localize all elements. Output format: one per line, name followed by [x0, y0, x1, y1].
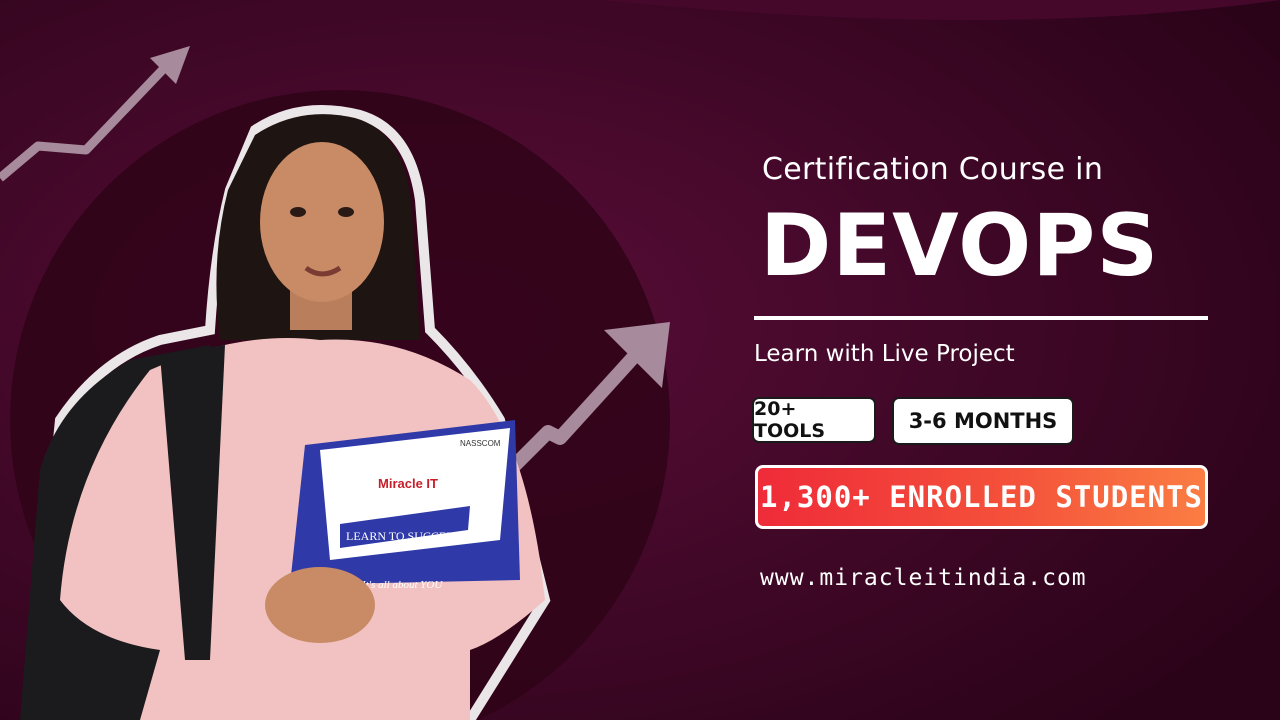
tagline: Learn with Live Project — [754, 341, 1015, 367]
enrolled-banner: 1,300+ ENROLLED STUDENTS — [755, 465, 1208, 529]
badge-tools: 20+ TOOLS — [752, 397, 876, 443]
headline-title: DEVOPS — [760, 196, 1160, 296]
course-folder: Miracle IT LEARN TO SUCCEED NASSCOM It's… — [290, 420, 520, 591]
folder-brand: Miracle IT — [378, 476, 438, 491]
website-link[interactable]: www.miracleitindia.com — [760, 565, 1087, 591]
face — [260, 142, 384, 302]
badge-duration: 3-6 MONTHS — [892, 397, 1074, 445]
folder-script: It's all about YOU — [361, 579, 443, 591]
folder-corner: NASSCOM — [460, 439, 501, 448]
hands — [265, 567, 375, 643]
divider — [754, 316, 1208, 320]
folder-slogan: LEARN TO SUCCEED — [346, 529, 463, 543]
headline-subtitle: Certification Course in — [762, 152, 1104, 187]
student-photo: Miracle IT LEARN TO SUCCEED NASSCOM It's… — [20, 105, 551, 720]
